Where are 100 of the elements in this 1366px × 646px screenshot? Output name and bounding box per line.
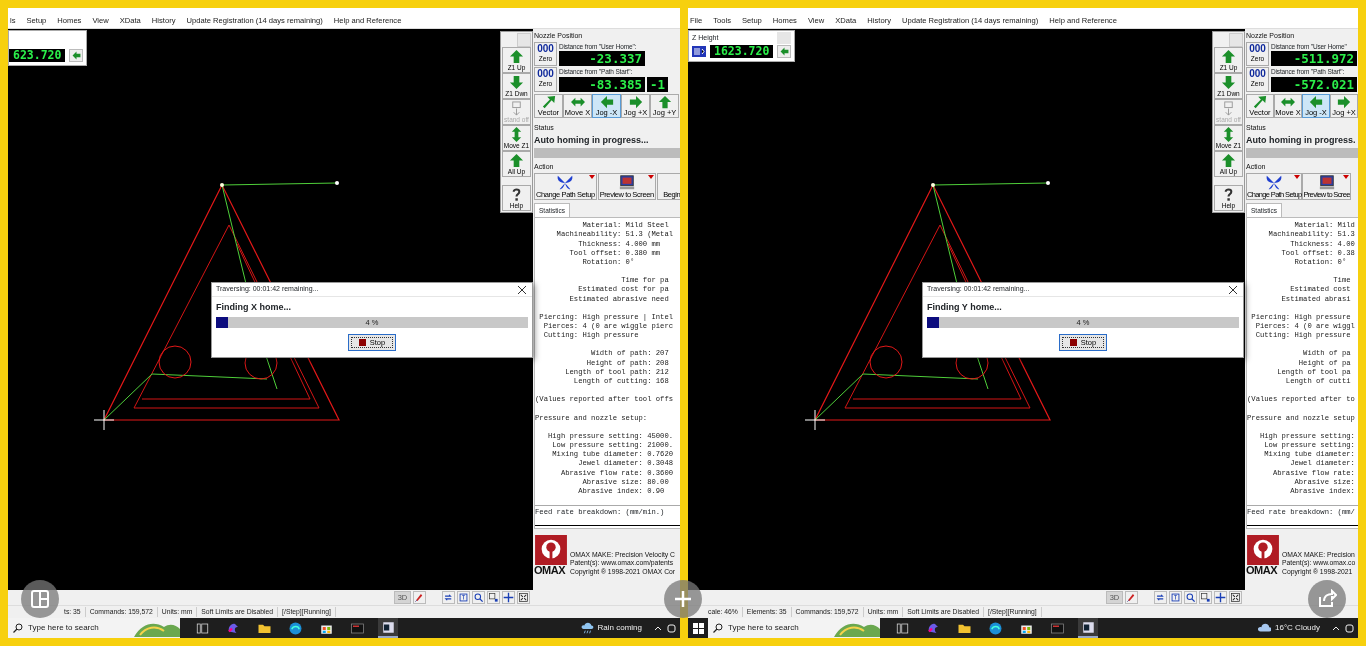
logo-icon [1246, 535, 1280, 566]
dialog-message: Finding X home... [215, 301, 292, 314]
position-readout: -23.337 [559, 51, 645, 67]
standoff-icon [1221, 101, 1236, 116]
standoff-icon [509, 101, 524, 116]
down-arrow-icon [1221, 75, 1236, 90]
task-view-icon [894, 620, 910, 636]
cross-arrows-icon [1215, 592, 1226, 603]
view-tool-button[interactable] [1199, 591, 1212, 604]
fit-icon [1230, 592, 1241, 603]
window-icon [380, 619, 396, 635]
taskbar-app[interactable] [1078, 618, 1098, 638]
view-tool-button[interactable] [1214, 591, 1227, 604]
pen-icon [414, 592, 425, 603]
status-text: Auto homing in progress. [1246, 133, 1357, 147]
task-view-icon [194, 620, 210, 636]
view-tool-button[interactable] [1229, 591, 1242, 604]
left-arrow-icon [1309, 95, 1323, 109]
position-readout: -572.021 [1271, 77, 1357, 92]
view-tool-button[interactable] [1169, 591, 1182, 604]
down-arrow-icon [509, 75, 524, 90]
fit-icon [518, 592, 529, 603]
up-down-arrow-icon [1221, 127, 1236, 142]
plus-icon [673, 589, 693, 609]
view-tool-button[interactable] [517, 591, 530, 604]
arrows-icon [443, 592, 454, 603]
globe-icon [987, 620, 1003, 636]
z-height-readout: 1623.720 [710, 45, 774, 58]
right-arrow-icon [1337, 95, 1351, 109]
magnifier-icon [1185, 592, 1196, 603]
position-readout: -83.385 [559, 77, 645, 92]
close-icon [518, 285, 526, 294]
logo-icon [534, 535, 568, 566]
rain-cloud-icon [579, 621, 594, 635]
close-icon [1229, 285, 1237, 294]
tray-icon [667, 623, 676, 633]
up-arrow-icon [509, 153, 524, 168]
status-text: Auto homing in progress... [534, 133, 650, 147]
magnifier-icon [473, 592, 484, 603]
zoom-window-icon [488, 592, 499, 603]
close-button[interactable] [1227, 283, 1239, 296]
view-tool-button[interactable] [472, 591, 485, 604]
globe-icon [287, 620, 303, 636]
split-view-icon [30, 589, 50, 609]
weather-text: Rain coming [597, 622, 642, 634]
view-tool-button[interactable] [1184, 591, 1197, 604]
logo-wordmark: OMAX [534, 565, 565, 577]
view-tool-button[interactable] [502, 591, 515, 604]
up-down-arrow-icon [509, 127, 524, 142]
cloud-icon [1257, 621, 1271, 635]
search-placeholder: Type here to search [28, 622, 99, 634]
back-button[interactable] [69, 49, 84, 62]
double-arrow-icon [570, 95, 585, 109]
zoom-box-icon [1170, 592, 1181, 603]
double-arrow-icon [1281, 95, 1295, 109]
window-icon [1080, 619, 1096, 635]
windows-logo-icon [692, 622, 704, 634]
arrows-icon [1155, 592, 1166, 603]
monitor-icon [1049, 620, 1065, 636]
position-readout: -1 [647, 77, 669, 92]
search-placeholder: Type here to search [728, 622, 799, 634]
caret-icon [1332, 625, 1340, 631]
close-button[interactable] [516, 283, 528, 296]
search-field[interactable]: Type here to search [708, 618, 880, 638]
caret-icon [654, 625, 662, 631]
monitor-icon [617, 173, 636, 191]
pen-icon [1126, 592, 1137, 603]
up-arrow-icon [509, 49, 524, 64]
view-tool-button[interactable] [413, 591, 426, 604]
search-icon [713, 623, 723, 633]
up-arrow-icon [657, 95, 672, 109]
search-field[interactable]: Type here to search [8, 618, 180, 638]
left-arrow-icon [779, 47, 789, 56]
search-icon [13, 623, 23, 633]
z-height-readout: 623.720 [9, 49, 66, 62]
butterfly-icon [556, 173, 575, 191]
butterfly-icon [1265, 173, 1284, 191]
zoom-window-icon [1200, 592, 1211, 603]
zoom-box-icon [458, 592, 469, 603]
monitor-icon [1317, 173, 1336, 191]
view-tool-button[interactable] [1125, 591, 1138, 604]
back-button[interactable] [777, 45, 792, 58]
view-tool-button[interactable] [457, 591, 470, 604]
diagonal-arrow-icon [541, 95, 556, 109]
up-arrow-icon [1221, 153, 1236, 168]
cross-arrows-icon [503, 592, 514, 603]
logo-wordmark: OMAX [1246, 565, 1277, 577]
right-arrow-icon [628, 95, 643, 109]
dialog-message: Finding Y home... [926, 301, 1003, 314]
diagonal-arrow-icon [1253, 95, 1267, 109]
view-tool-button[interactable] [487, 591, 500, 604]
left-arrow-icon [71, 51, 81, 60]
share-icon [1317, 589, 1337, 609]
weather-text: 16°C Cloudy [1275, 622, 1320, 634]
monitor-icon [349, 620, 365, 636]
taskbar-app[interactable] [378, 618, 398, 638]
tray-icon [1345, 623, 1354, 633]
left-arrow-icon [599, 95, 614, 109]
up-arrow-icon [1221, 49, 1236, 64]
position-readout: -511.972 [1271, 51, 1357, 67]
